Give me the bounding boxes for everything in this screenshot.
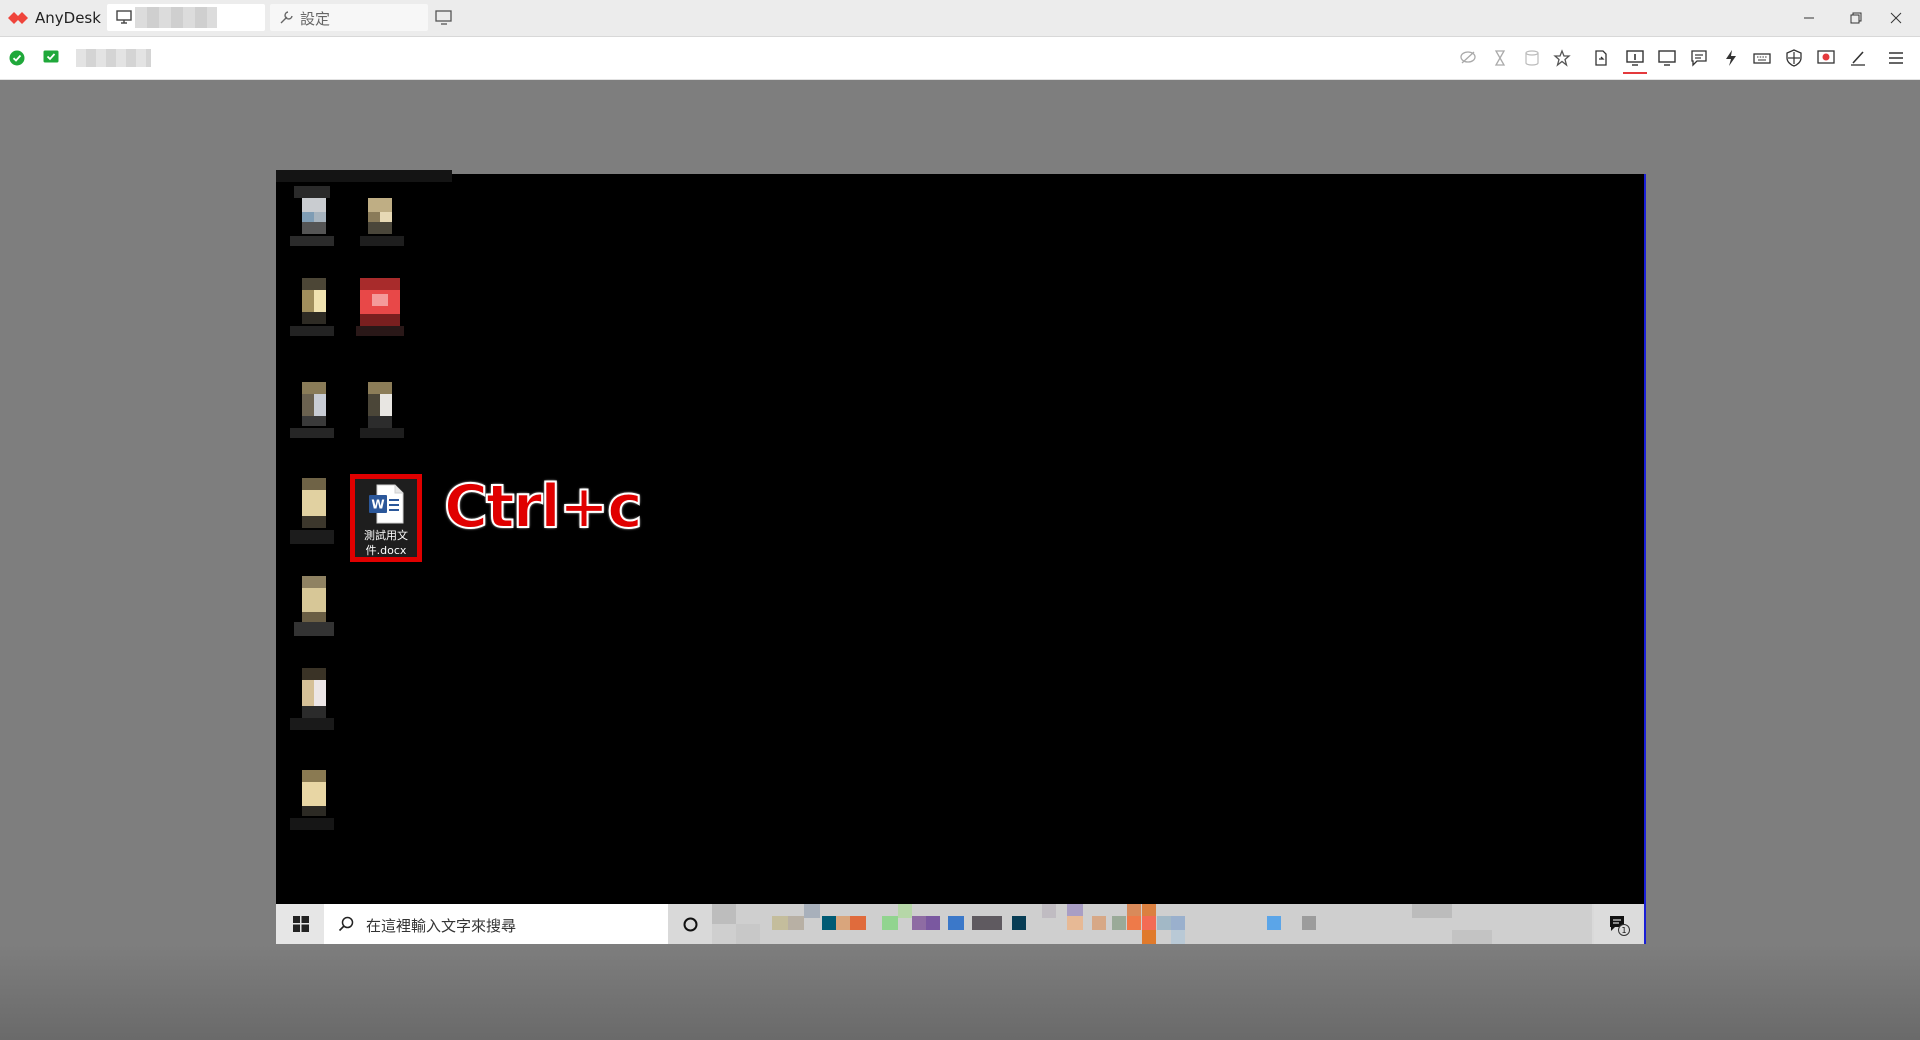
database-icon[interactable]	[1523, 49, 1541, 67]
keyboard-shortcut-annotation: Ctrl+c	[443, 471, 644, 543]
close-icon[interactable]	[1886, 8, 1906, 28]
word-document-icon: W	[369, 484, 404, 524]
desktop-icon-redacted[interactable]	[290, 382, 334, 444]
windows-logo-icon	[293, 916, 309, 932]
word-document-file[interactable]: W 測試用文件.docx	[350, 474, 422, 562]
remote-address	[76, 49, 151, 67]
session-toolbar	[0, 37, 1920, 80]
desktop-icon-redacted[interactable]	[290, 576, 334, 648]
tab-settings-label: 設定	[300, 10, 331, 28]
taskbar-pinned-apps-redacted[interactable]	[712, 904, 1592, 944]
desktop-icon-redacted[interactable]	[290, 668, 334, 740]
action-center-button[interactable]: 1	[1594, 904, 1642, 944]
tab-settings[interactable]: 設定	[270, 4, 428, 31]
new-session-icon[interactable]	[435, 10, 453, 26]
taskbar-search-box[interactable]: 在這裡輸入文字來搜尋	[324, 904, 668, 944]
remote-top-strip	[276, 170, 452, 182]
start-button[interactable]	[276, 904, 324, 944]
svg-text:W: W	[371, 498, 384, 512]
check-badge-icon	[43, 50, 59, 63]
cortana-button[interactable]	[668, 904, 712, 944]
minimize-icon[interactable]	[1799, 8, 1819, 28]
title-bar: AnyDesk 設定	[0, 0, 1920, 37]
desktop-icon-redacted[interactable]	[360, 382, 404, 444]
chat-icon[interactable]	[1690, 49, 1708, 67]
cortana-circle-icon	[683, 917, 698, 932]
restore-icon[interactable]	[1846, 8, 1866, 28]
tab-remote-session[interactable]	[107, 4, 265, 31]
monitor-select-icon[interactable]	[1626, 49, 1644, 67]
action-icon[interactable]	[1722, 49, 1740, 67]
desktop-icon-redacted[interactable]	[360, 186, 404, 248]
windows-taskbar: 在這裡輸入文字來搜尋 1	[276, 904, 1644, 944]
viewer-background	[0, 944, 1920, 1040]
chat-off-icon[interactable]	[1459, 49, 1477, 67]
word-document-filename: 測試用文件.docx	[364, 529, 408, 557]
notification-icon: 1	[1610, 916, 1630, 936]
monitor-icon	[116, 10, 132, 24]
remote-desktop-view[interactable]: W 測試用文件.docx Ctrl+c 在這裡輸入文字來搜尋 1	[276, 170, 1646, 944]
menu-icon[interactable]	[1887, 49, 1905, 67]
notification-count: 1	[1621, 926, 1626, 935]
search-placeholder: 在這裡輸入文字來搜尋	[366, 917, 517, 935]
desktop-icon-redacted[interactable]	[290, 278, 334, 340]
privacy-icon[interactable]	[1785, 49, 1803, 67]
desktop-icon-redacted[interactable]	[290, 186, 334, 248]
display-icon[interactable]	[1658, 49, 1676, 67]
star-icon[interactable]	[1553, 49, 1571, 67]
app-name: AnyDesk	[35, 9, 101, 27]
wrench-icon	[280, 11, 293, 24]
file-transfer-icon[interactable]	[1592, 49, 1610, 67]
record-icon[interactable]	[1817, 49, 1835, 67]
hourglass-icon[interactable]	[1491, 49, 1509, 67]
desktop-icon-redacted[interactable]	[290, 770, 334, 842]
whiteboard-icon[interactable]	[1849, 49, 1867, 67]
tab-remote-label	[135, 7, 217, 28]
active-tool-indicator	[1623, 72, 1647, 74]
keyboard-icon[interactable]	[1753, 49, 1771, 67]
desktop-icon-redacted[interactable]	[356, 278, 404, 340]
check-circle-icon	[9, 50, 25, 66]
desktop-icon-redacted[interactable]	[290, 478, 334, 550]
anydesk-logo-icon	[8, 12, 28, 24]
search-icon	[338, 916, 354, 932]
